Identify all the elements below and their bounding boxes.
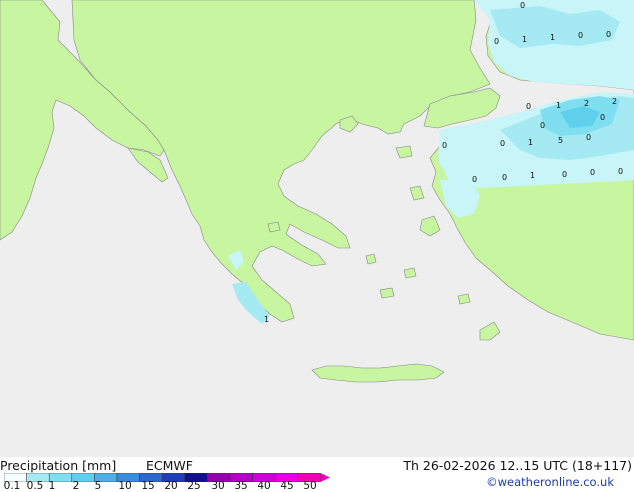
precip-label: 1	[264, 315, 269, 324]
precip-label: 1	[550, 33, 555, 42]
color-scale-tick-label: 2	[72, 480, 80, 492]
precip-label: 0	[586, 133, 591, 142]
credit-link[interactable]: ©weatheronline.co.uk	[486, 475, 614, 489]
weather-map: 0 0 1 1 0 0 0 1 2 2 0 0 1 5 0 0 0 1 0 0 …	[0, 0, 634, 457]
color-scale-tick-label: 10	[118, 480, 132, 492]
precip-label: 0	[606, 30, 611, 39]
precip-label: 1	[528, 138, 533, 147]
valid-time: Th 26-02-2026 12..15 UTC (18+117)	[403, 458, 632, 473]
precip-label: 0	[590, 168, 595, 177]
precip-label: 0	[500, 139, 505, 148]
color-scale-tick-label: 45	[280, 480, 294, 492]
precip-label: 0	[540, 121, 545, 130]
precip-label: 0	[618, 167, 623, 176]
precip-label: 0	[520, 1, 525, 10]
precip-label: 0	[494, 37, 499, 46]
precip-label: 0	[442, 141, 447, 150]
color-scale-arrow	[320, 473, 330, 482]
precip-label: 0	[472, 175, 477, 184]
color-scale-tick-label: 25	[187, 480, 201, 492]
precip-label: 2	[612, 97, 617, 106]
color-scale-tick-label: 40	[257, 480, 271, 492]
color-scale-tick-label: 0.5	[26, 480, 44, 492]
precip-label: 0	[502, 173, 507, 182]
precip-label: 0	[562, 170, 567, 179]
color-scale-tick-label: 15	[141, 480, 155, 492]
color-scale-tick-label: 30	[211, 480, 225, 492]
precip-label: 2	[584, 99, 589, 108]
precip-title: Precipitation [mm]	[0, 458, 117, 473]
precip-label: 1	[556, 101, 561, 110]
precip-label: 1	[522, 35, 527, 44]
color-scale-tick-label: 5	[94, 480, 102, 492]
color-scale-tick-label: 0.1	[3, 480, 21, 492]
color-scale-tick-label: 35	[234, 480, 248, 492]
precip-label: 0	[578, 31, 583, 40]
precip-label: 1	[530, 171, 535, 180]
precip-label: 0	[526, 102, 531, 111]
color-scale-tick-label: 50	[303, 480, 317, 492]
color-scale-tick-label: 1	[48, 480, 56, 492]
model-name: ECMWF	[146, 458, 193, 473]
precip-label: 5	[558, 136, 563, 145]
precip-label: 0	[600, 113, 605, 122]
color-scale-tick-label: 20	[164, 480, 178, 492]
